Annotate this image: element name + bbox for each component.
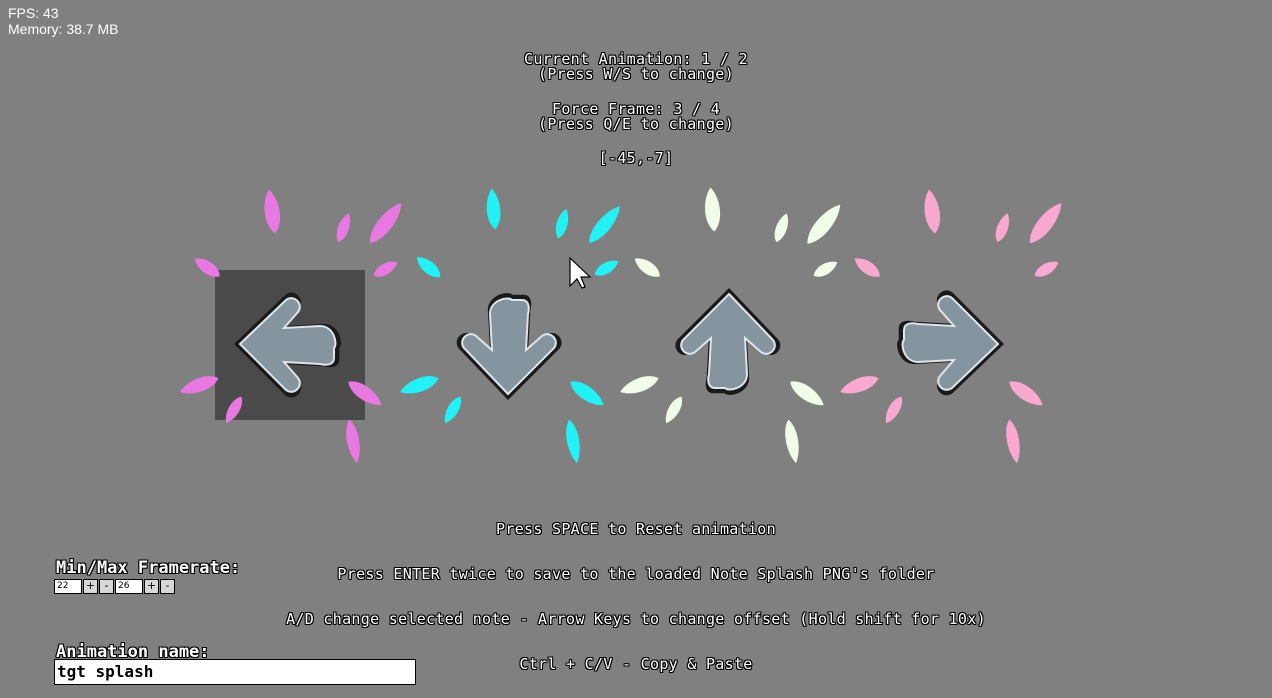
offset-instruction: A/D change selected note - Arrow Keys to… <box>286 610 986 628</box>
animation-name-input[interactable]: tgt splash <box>54 659 416 685</box>
right-arrow-note[interactable] <box>897 290 1004 396</box>
max-framerate-increase-button[interactable]: + <box>144 579 159 594</box>
min-framerate-increase-button[interactable]: + <box>83 579 98 594</box>
up-arrow-note[interactable] <box>675 288 781 395</box>
max-framerate-decrease-button[interactable]: - <box>160 579 175 594</box>
mouse-cursor-icon <box>569 256 592 289</box>
max-framerate-input[interactable]: 26 <box>115 579 143 594</box>
min-framerate-input[interactable]: 22 <box>54 579 82 594</box>
min-framerate-decrease-button[interactable]: - <box>99 579 114 594</box>
down-arrow-note[interactable] <box>456 293 562 400</box>
reset-instruction: Press SPACE to Reset animation <box>496 520 776 538</box>
framerate-steppers: 22 + - 26 + - <box>54 579 175 594</box>
framerate-label: Min/Max Framerate: <box>56 558 241 578</box>
note-splash-stage <box>177 186 1068 465</box>
